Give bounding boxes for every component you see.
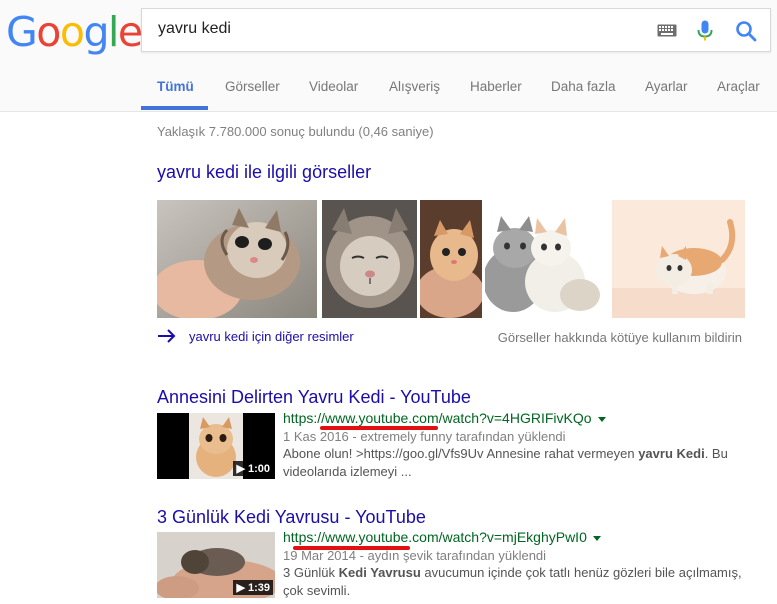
result-meta-1: 1 Kas 2016 - extremely funny tarafından …	[283, 429, 566, 444]
result-snippet-1: Abone olun! >https://goo.gl/Vfs9Uv Annes…	[283, 445, 753, 481]
video-thumbnail-1[interactable]: ▶ 1:00	[157, 413, 275, 479]
keyboard-icon[interactable]	[657, 24, 677, 37]
duration-text: 1:39	[247, 582, 270, 594]
kitten-image-2[interactable]	[322, 200, 417, 318]
search-icon[interactable]	[735, 20, 757, 42]
result-snippet-2: 3 Günlük Kedi Yavrusu avucumun içinde ço…	[283, 564, 753, 600]
search-input[interactable]	[158, 20, 638, 38]
search-box	[141, 8, 771, 52]
kitten-image-4[interactable]	[485, 200, 608, 318]
video-thumbnail-2[interactable]: ▶ 1:39	[157, 532, 275, 598]
arrow-right-icon	[158, 329, 176, 343]
video-duration: ▶ 1:00	[233, 461, 273, 476]
tab-settings[interactable]: Ayarlar	[645, 79, 688, 94]
search-tabs: Tümü Görseller Videolar Alışveriş Haberl…	[0, 72, 777, 111]
tab-all[interactable]: Tümü	[157, 79, 194, 94]
tab-news[interactable]: Haberler	[470, 79, 522, 94]
snippet-highlight: Kedi Yavrusu	[338, 565, 421, 580]
result-url-1: https://www.youtube.com/watch?v=4HGRIFiv…	[283, 410, 606, 426]
logo-letter: o	[36, 8, 61, 56]
kitten-image-3[interactable]	[420, 200, 482, 318]
result-stats: Yaklaşık 7.780.000 sonuç bulundu (0,46 s…	[157, 124, 434, 139]
video-duration: ▶ 1:39	[233, 580, 273, 595]
tab-shopping[interactable]: Alışveriş	[389, 79, 440, 94]
logo-letter: o	[59, 8, 85, 56]
active-tab-indicator	[141, 106, 208, 110]
tab-images[interactable]: Görseller	[225, 79, 280, 94]
snippet-highlight: yavru Kedi	[638, 446, 705, 461]
images-section-heading[interactable]: yavru kedi ile ilgili görseller	[157, 162, 371, 183]
result-title-2[interactable]: 3 Günlük Kedi Yavrusu - YouTube	[157, 507, 426, 528]
tab-tools[interactable]: Araçlar	[717, 79, 760, 94]
result-url-text: https://www.youtube.com/watch?v=mjEkghyP…	[283, 529, 587, 545]
result-meta-2: 19 Mar 2014 - aydın şevik tarafından yük…	[283, 548, 547, 563]
snippet-text: 3 Günlük	[283, 565, 339, 580]
logo-letter: g	[83, 8, 109, 56]
google-logo[interactable]: Google	[6, 8, 143, 56]
kitten-image-1[interactable]	[157, 200, 317, 318]
tab-more[interactable]: Daha fazla	[551, 79, 616, 94]
result-url-text: https://www.youtube.com/watch?v=4HGRIFiv…	[283, 410, 592, 426]
url-dropdown-icon[interactable]	[597, 416, 606, 422]
url-dropdown-icon[interactable]	[592, 535, 601, 541]
more-images-link[interactable]: yavru kedi için diğer resimler	[157, 328, 354, 344]
snippet-text: Abone olun! >https://goo.gl/Vfs9Uv Annes…	[283, 446, 639, 461]
duration-text: 1:00	[247, 463, 270, 475]
microphone-icon[interactable]	[695, 20, 715, 42]
more-images-label: yavru kedi için diğer resimler	[189, 328, 354, 344]
result-url-2: https://www.youtube.com/watch?v=mjEkghyP…	[283, 529, 601, 545]
logo-letter: G	[6, 8, 38, 56]
kitten-image-5[interactable]	[612, 200, 745, 318]
header: Google Tümü Görseller Videolar Alışveriş	[0, 0, 777, 112]
result-title-1[interactable]: Annesini Delirten Yavru Kedi - YouTube	[157, 387, 471, 408]
logo-letter: l	[108, 8, 119, 56]
tab-videos[interactable]: Videolar	[309, 79, 358, 94]
logo-letter: e	[117, 8, 143, 56]
report-images-link[interactable]: Görseller hakkında kötüye kullanım bildi…	[498, 330, 742, 345]
